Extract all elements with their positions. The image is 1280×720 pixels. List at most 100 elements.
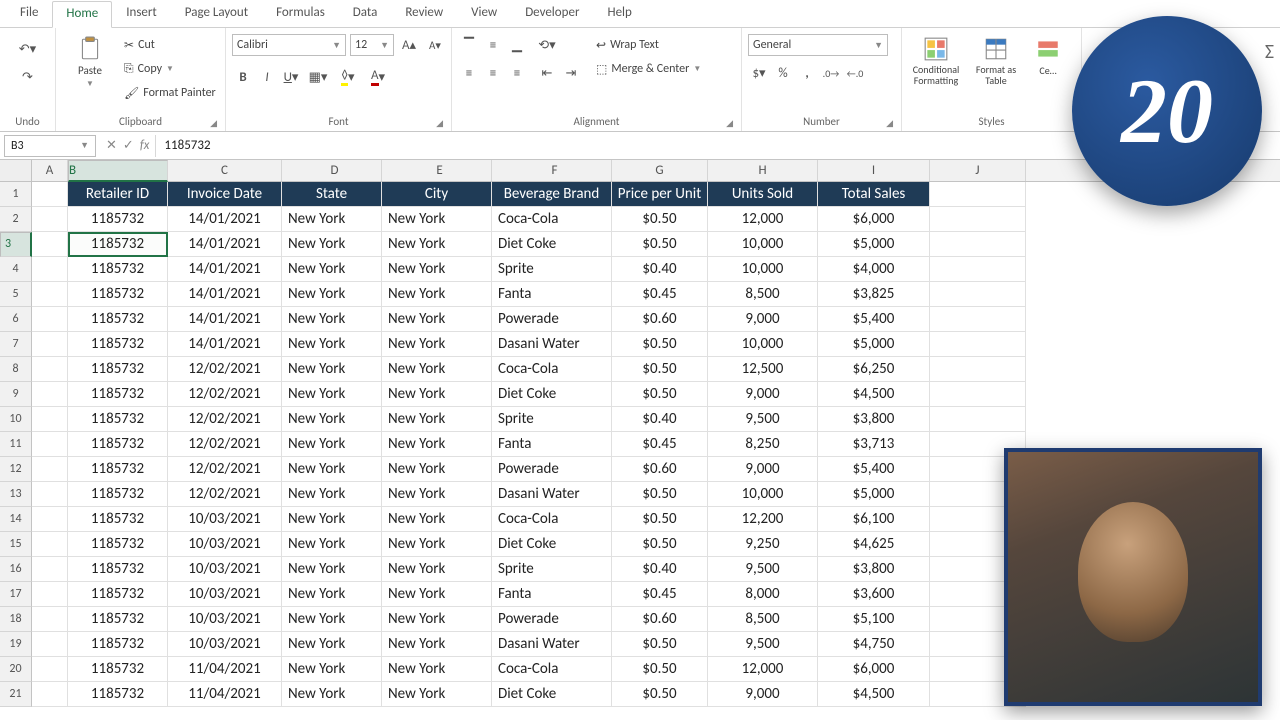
align-right-icon[interactable]: ≡ [506,62,528,84]
rowhead[interactable]: 19 [0,632,32,657]
copy-button[interactable]: ⎘Copy▼ [122,58,218,80]
cell[interactable]: New York [282,632,382,656]
cell[interactable]: $6,250 [818,357,930,381]
cell[interactable]: $6,000 [818,207,930,231]
number-format-select[interactable]: General▼ [748,34,888,56]
cell[interactable]: 12,200 [708,507,818,531]
cell[interactable]: New York [282,432,382,456]
format-as-table-button[interactable]: Format as Table [968,34,1024,88]
colhead-e[interactable]: E [382,160,492,181]
cell[interactable]: $0.50 [612,682,708,706]
colhead-g[interactable]: G [612,160,708,181]
cell[interactable]: Fanta [492,582,612,606]
underline-button[interactable]: U▾ [280,66,302,88]
colhead-f[interactable]: F [492,160,612,181]
cell[interactable]: 10/03/2021 [168,632,282,656]
cell[interactable]: Diet Coke [492,532,612,556]
cell[interactable]: 12,000 [708,207,818,231]
cell[interactable]: 12/02/2021 [168,432,282,456]
cell[interactable]: New York [282,582,382,606]
cell[interactable] [930,282,1026,306]
cell[interactable]: New York [382,357,492,381]
cell[interactable]: 12/02/2021 [168,357,282,381]
cell[interactable] [32,232,68,256]
cell-styles-button[interactable]: Ce… [1028,34,1068,79]
align-left-icon[interactable]: ≡ [458,62,480,84]
increase-font-icon[interactable]: A▴ [398,34,420,56]
cell[interactable]: New York [282,207,382,231]
rowhead[interactable]: 18 [0,607,32,632]
cell[interactable]: Coca-Cola [492,207,612,231]
cell[interactable]: $5,400 [818,307,930,331]
cell[interactable]: State [282,182,382,206]
fx-icon[interactable]: fx [140,138,150,153]
rowhead[interactable]: 15 [0,532,32,557]
cell[interactable]: $6,100 [818,507,930,531]
cell[interactable]: 10/03/2021 [168,507,282,531]
decrease-decimal-icon[interactable]: ←.0 [844,62,866,84]
cell[interactable] [32,307,68,331]
cell[interactable]: City [382,182,492,206]
cell[interactable]: New York [282,557,382,581]
cell[interactable]: $0.40 [612,257,708,281]
cell[interactable]: $0.50 [612,482,708,506]
cell[interactable]: New York [282,257,382,281]
cell[interactable]: $0.50 [612,382,708,406]
cell[interactable]: New York [382,282,492,306]
cell[interactable]: $3,713 [818,432,930,456]
cell[interactable] [32,632,68,656]
undo-icon[interactable]: ↶▾ [17,38,39,60]
rowhead[interactable]: 16 [0,557,32,582]
rowhead[interactable]: 6 [0,307,32,332]
cell[interactable]: Dasani Water [492,482,612,506]
rowhead[interactable]: 14 [0,507,32,532]
percent-icon[interactable]: % [772,62,794,84]
cell[interactable]: Fanta [492,282,612,306]
cell[interactable]: Fanta [492,432,612,456]
cell[interactable]: 1185732 [68,207,168,231]
cell[interactable] [32,457,68,481]
rowhead[interactable]: 21 [0,682,32,707]
cell[interactable]: 1185732 [68,657,168,681]
cell[interactable]: New York [382,457,492,481]
cell[interactable]: 11/04/2021 [168,657,282,681]
cell[interactable]: New York [282,607,382,631]
align-bottom-icon[interactable]: ▁ [506,34,528,56]
cell[interactable]: New York [382,682,492,706]
cell[interactable]: $0.50 [612,507,708,531]
colhead-b[interactable]: B [68,160,168,182]
cell[interactable] [32,407,68,431]
cell[interactable]: $0.45 [612,432,708,456]
colhead-d[interactable]: D [282,160,382,181]
cell[interactable]: 12,500 [708,357,818,381]
rowhead[interactable]: 7 [0,332,32,357]
cell[interactable]: 9,000 [708,457,818,481]
cell[interactable]: Diet Coke [492,682,612,706]
orientation-icon[interactable]: ⟲▾ [536,34,558,56]
cell[interactable]: 14/01/2021 [168,257,282,281]
cell[interactable] [32,607,68,631]
cell[interactable] [32,432,68,456]
rowhead[interactable]: 20 [0,657,32,682]
cell[interactable] [930,257,1026,281]
cell[interactable]: 1185732 [68,482,168,506]
cell[interactable]: New York [282,682,382,706]
cell[interactable]: 10/03/2021 [168,532,282,556]
menu-tab-home[interactable]: Home [52,1,112,28]
cell[interactable]: $6,000 [818,657,930,681]
cell[interactable]: $3,600 [818,582,930,606]
cell[interactable]: $4,000 [818,257,930,281]
cell[interactable] [32,532,68,556]
cell[interactable]: 1185732 [68,507,168,531]
cell[interactable]: 10,000 [708,232,818,256]
cell[interactable]: 8,500 [708,282,818,306]
cell[interactable]: Dasani Water [492,332,612,356]
cell[interactable] [32,482,68,506]
cell[interactable]: $3,800 [818,557,930,581]
cell[interactable]: Coca-Cola [492,507,612,531]
cell[interactable]: 1185732 [68,232,168,256]
rowhead[interactable]: 13 [0,482,32,507]
cell[interactable]: 1185732 [68,382,168,406]
menu-tab-review[interactable]: Review [391,0,457,27]
fill-color-button[interactable]: ◊▾ [334,66,362,88]
